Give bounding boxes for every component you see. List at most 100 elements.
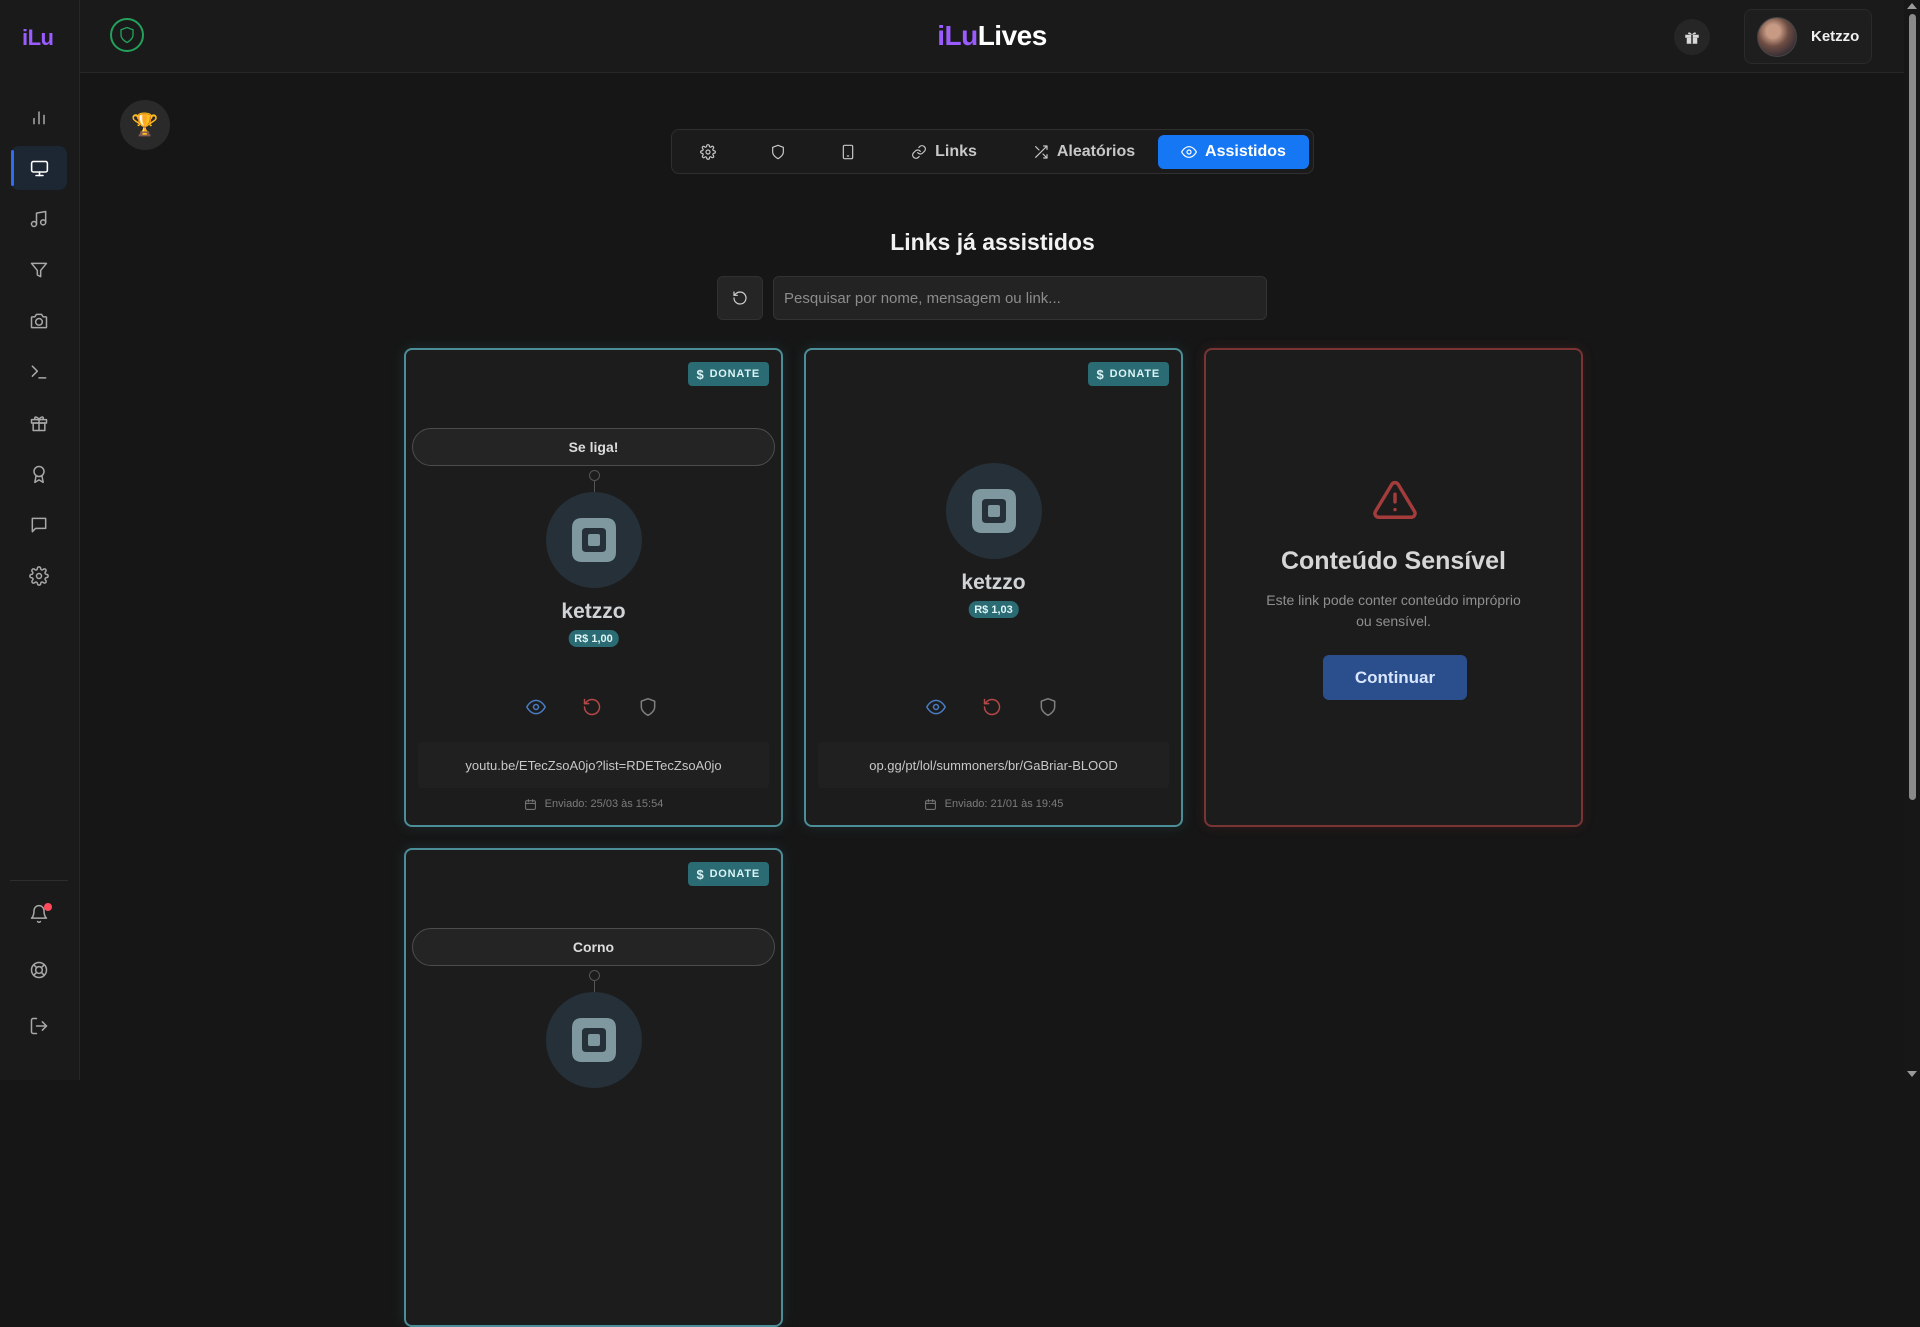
sidebar-item-settings[interactable] [11,554,67,598]
top-header: iLuLives Ketzzo [80,0,1904,73]
tab-watched[interactable]: Assistidos [1158,135,1309,169]
sidebar-item-notifications[interactable] [11,892,67,936]
sensitive-description: Este link pode conter conteúdo impróprio… [1266,592,1521,629]
warning-triangle-icon [1373,481,1417,519]
tab-links[interactable]: Links [890,135,998,169]
platform-logo-icon [972,489,1016,533]
lifebuoy-icon [30,961,48,979]
rotate-ccw-icon [583,698,601,716]
donate-badge: $ DONATE [687,362,769,386]
tablet-icon [842,144,854,160]
sent-text: Enviado: 25/03 às 15:54 [544,798,664,810]
sidebar-item-screen[interactable] [11,146,67,190]
sidebar-divider [10,880,68,881]
donate-badge: $ DONATE [1087,362,1169,386]
sidebar-item-awards[interactable] [11,452,67,496]
shuffle-icon [1034,145,1048,159]
connector [589,470,600,493]
donor-avatar [946,463,1042,559]
refresh-icon [733,291,747,305]
sensitive-content-card: Conteúdo Sensível Este link pode conter … [1204,348,1583,827]
tab-device[interactable] [820,135,876,169]
donate-badge-label: DONATE [1109,368,1160,380]
music-note-icon [30,210,47,228]
link-card: $ DONATE ketzzo R$ 1,03 op.gg/pt/lol/summ… [804,348,1183,827]
eye-icon [526,699,546,715]
tab-random[interactable]: Aleatórios [1012,135,1156,169]
scroll-down-arrow[interactable] [1907,1071,1917,1077]
award-ribbon-icon [33,465,45,484]
eye-icon [926,699,946,715]
link-url[interactable]: op.gg/pt/lol/summoners/br/GaBriar-BLOOD [818,742,1169,788]
shield-icon [640,697,656,717]
brand-lives: Lives [977,20,1048,51]
calendar-icon [924,798,936,810]
search-input[interactable] [773,276,1267,320]
sent-text: Enviado: 21/01 às 19:45 [944,798,1064,810]
eye-icon [1181,146,1197,158]
terminal-icon [31,365,47,379]
link-icon [912,145,926,159]
sidebar-item-logout[interactable] [11,1004,67,1048]
link-card: $ DONATE Se liga! ketzzo R$ 1,00 youtu.be… [404,348,783,827]
view-button[interactable] [924,695,948,719]
sidebar-item-camera[interactable] [11,299,67,343]
trophy-button[interactable]: 🏆 [120,100,170,150]
platform-logo-icon [572,1018,616,1062]
tab-settings[interactable] [680,135,736,169]
sidebar-item-stats[interactable] [11,95,67,139]
block-button[interactable] [1036,695,1060,719]
sent-timestamp: Enviado: 25/03 às 15:54 [406,795,781,813]
app-logo[interactable]: iLu [22,25,54,51]
avatar [1757,16,1797,57]
scroll-up-arrow[interactable] [1907,3,1917,9]
tab-moderation[interactable] [750,135,806,169]
sidebar-item-terminal[interactable] [11,350,67,394]
page-scrollbar[interactable] [1904,0,1920,1080]
gift-button[interactable] [1674,19,1710,55]
trophy-icon: 🏆 [131,112,159,137]
donor-name: ketzzo [961,571,1026,594]
continue-button[interactable]: Continuar [1323,655,1467,700]
card-actions [406,695,781,719]
donation-amount: R$ 1,00 [568,630,619,647]
connector [589,970,600,993]
donate-badge-label: DONATE [709,868,760,880]
scroll-thumb[interactable] [1909,14,1916,800]
brand-title: iLuLives [80,20,1904,52]
tab-links-label: Links [935,143,977,160]
donate-badge-label: DONATE [709,368,760,380]
chat-bubble-icon [31,517,47,533]
monitor-icon [30,160,48,176]
donor-name: ketzzo [561,600,626,623]
user-profile-button[interactable]: Ketzzo [1744,9,1872,64]
refresh-button[interactable] [717,276,763,320]
link-url[interactable]: youtu.be/ETecZsoA0jo?list=RDETecZsoA0jo [418,742,769,788]
dollar-icon: $ [696,366,705,382]
donate-badge: $ DONATE [687,862,769,886]
shield-icon [1040,697,1056,717]
tab-bar: Links Aleatórios Assistidos [671,129,1314,174]
card-actions [806,695,1181,719]
gear-icon [29,566,49,586]
gear-icon [700,144,716,160]
brand-ilu: iLu [937,20,978,51]
tab-random-label: Aleatórios [1056,143,1136,160]
donor-avatar [546,492,642,588]
block-button[interactable] [636,695,660,719]
sidebar-item-gifts[interactable] [11,401,67,445]
replay-button[interactable] [580,695,604,719]
dollar-icon: $ [696,866,705,882]
dollar-icon: $ [1096,366,1105,382]
donor-avatar [546,992,642,1088]
shield-icon [772,144,784,160]
message-bubble: Corno [412,928,775,966]
user-name: Ketzzo [1811,28,1860,45]
logout-icon [30,1017,48,1035]
sidebar-item-chat[interactable] [11,503,67,547]
sidebar-item-support[interactable] [11,948,67,992]
tab-watched-label: Assistidos [1205,143,1286,160]
view-button[interactable] [524,695,548,719]
replay-button[interactable] [980,695,1004,719]
camera-icon [30,313,48,329]
